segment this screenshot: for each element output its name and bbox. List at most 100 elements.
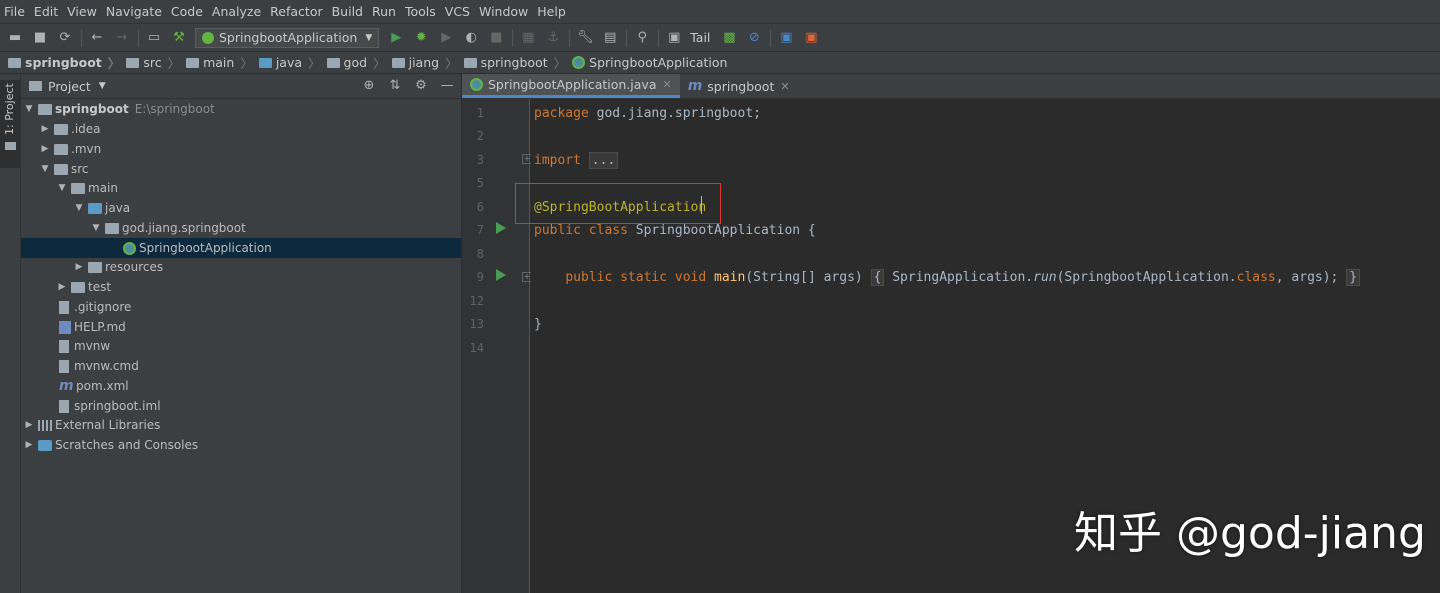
breadcrumb-item[interactable]: springboot 〉 xyxy=(463,53,566,72)
menu-navigate[interactable]: Navigate xyxy=(106,4,162,19)
collapse-arrow-icon[interactable]: ▶ xyxy=(39,144,51,154)
stop-icon[interactable]: ■ xyxy=(487,29,505,47)
menu-edit[interactable]: Edit xyxy=(34,4,58,19)
breadcrumb-item[interactable]: jiang 〉 xyxy=(391,53,458,72)
breadcrumb-item[interactable]: god 〉 xyxy=(326,53,386,72)
tail-button[interactable]: Tail xyxy=(690,30,710,45)
tree-item-springboot[interactable]: ▼ springboot E:\springboot xyxy=(21,99,461,119)
collapse-arrow-icon[interactable]: ▶ xyxy=(23,440,35,450)
folded-method-end[interactable]: } xyxy=(1346,269,1361,286)
profile-icon[interactable]: ◐ xyxy=(462,29,480,47)
menu-tools[interactable]: Tools xyxy=(405,4,436,19)
menu-file[interactable]: File xyxy=(4,4,25,19)
collapse-arrow-icon[interactable]: ▶ xyxy=(39,124,51,134)
menu-vcs[interactable]: VCS xyxy=(445,4,470,19)
menu-analyze[interactable]: Analyze xyxy=(212,4,261,19)
tree-item-idea[interactable]: ▶ .idea xyxy=(21,119,461,139)
hide-icon[interactable]: — xyxy=(439,78,455,93)
expand-arrow-icon[interactable]: ▼ xyxy=(90,223,102,233)
project-tool-tab[interactable]: 1: Project xyxy=(0,80,21,168)
forward-icon[interactable]: → xyxy=(113,29,131,47)
project-view-select[interactable]: Project xyxy=(48,79,91,94)
run-gutter-icon[interactable] xyxy=(496,222,506,234)
tree-item-mvn[interactable]: ▶ .mvn xyxy=(21,139,461,159)
open-folder-icon[interactable]: ▬ xyxy=(6,29,24,47)
save-icon[interactable]: ■ xyxy=(31,29,49,47)
tree-item-resources[interactable]: ▶ resources xyxy=(21,257,461,277)
tree-item-java[interactable]: ▼ java xyxy=(21,198,461,218)
run-gutter-icon[interactable] xyxy=(496,269,506,281)
line-number: 2 xyxy=(476,129,484,143)
markdown-file-icon xyxy=(59,320,71,334)
chevron-down-icon[interactable]: ▼ xyxy=(99,81,106,91)
tab-springbootapplication-java[interactable]: SpringbootApplication.java ✕ xyxy=(462,74,680,98)
search-icon[interactable]: ⚲ xyxy=(633,29,651,47)
locate-icon[interactable]: ⊕ xyxy=(361,78,377,93)
expand-arrow-icon[interactable]: ▼ xyxy=(23,104,35,114)
line-number: 8 xyxy=(476,247,484,261)
no-entry-icon[interactable]: ⊘ xyxy=(745,29,763,47)
run-config-select[interactable]: SpringbootApplication ▼ xyxy=(195,27,380,48)
vcs-icon[interactable]: ▣ xyxy=(665,29,683,47)
menu-help[interactable]: Help xyxy=(537,4,566,19)
package-icon xyxy=(326,57,340,68)
back-icon[interactable]: ← xyxy=(88,29,106,47)
menu-code[interactable]: Code xyxy=(171,4,203,19)
project-structure-folder-icon[interactable]: ▤ xyxy=(601,29,619,47)
folder-icon xyxy=(5,142,16,150)
breadcrumb-item[interactable]: springboot 〉 xyxy=(8,53,120,72)
coverage-run-icon[interactable]: ⚓ xyxy=(544,29,562,47)
run-icon[interactable]: ▶ xyxy=(387,29,405,47)
menu-view[interactable]: View xyxy=(67,4,97,19)
project-structure-icon[interactable]: ▦ xyxy=(519,29,537,47)
source-folder-icon xyxy=(88,202,102,214)
gear-icon[interactable]: ⚙ xyxy=(413,78,429,93)
project-tool-label: 1: Project xyxy=(3,83,16,135)
tree-item-src[interactable]: ▼ src xyxy=(21,159,461,179)
collapse-arrow-icon[interactable]: ▶ xyxy=(56,282,68,292)
spring-icon xyxy=(202,31,214,44)
menu-build[interactable]: Build xyxy=(332,4,363,19)
collapse-arrow-icon[interactable]: ▶ xyxy=(73,262,85,272)
menu-window[interactable]: Window xyxy=(479,4,528,19)
sync-icon[interactable]: ⟳ xyxy=(56,29,74,47)
expand-arrow-icon[interactable]: ▼ xyxy=(56,183,68,193)
translate-alt-icon[interactable]: ▣ xyxy=(802,29,820,47)
tree-item-springboot-iml[interactable]: springboot.iml xyxy=(21,396,461,416)
collapse-all-icon[interactable]: ⇅ xyxy=(387,78,403,93)
expand-arrow-icon[interactable]: ▼ xyxy=(39,164,51,174)
tab-springboot-pom[interactable]: m springboot ✕ xyxy=(680,74,798,98)
collapse-arrow-icon[interactable]: ▶ xyxy=(23,420,35,430)
translate-icon[interactable]: ▣ xyxy=(777,29,795,47)
expand-arrow-icon[interactable]: ▼ xyxy=(73,203,85,213)
breadcrumb-item[interactable]: java 〉 xyxy=(258,53,321,72)
breadcrumb-item[interactable]: main 〉 xyxy=(186,53,253,72)
close-icon[interactable]: ✕ xyxy=(780,80,789,93)
tree-item-test[interactable]: ▶ test xyxy=(21,277,461,297)
tree-item-main[interactable]: ▼ main xyxy=(21,178,461,198)
tree-item-help-md[interactable]: HELP.md xyxy=(21,317,461,337)
breadcrumb-item[interactable]: src 〉 xyxy=(126,53,180,72)
terminal-icon[interactable]: ▭ xyxy=(145,29,163,47)
menu-refactor[interactable]: Refactor xyxy=(270,4,322,19)
tree-item-pom-xml[interactable]: m pom.xml xyxy=(21,376,461,396)
close-icon[interactable]: ✕ xyxy=(662,78,671,91)
tree-item-external-libraries[interactable]: ▶ External Libraries xyxy=(21,415,461,435)
folded-method-body[interactable]: { xyxy=(870,269,885,286)
coverage-icon[interactable]: ▶ xyxy=(437,29,455,47)
settings-wrench-icon[interactable]: 🔧︎ xyxy=(576,29,594,47)
debug-icon[interactable]: ✹ xyxy=(412,29,430,47)
breadcrumb-item[interactable]: SpringbootApplication xyxy=(572,55,727,70)
tree-item-scratches[interactable]: ▶ Scratches and Consoles xyxy=(21,435,461,455)
folded-imports[interactable]: ... xyxy=(588,152,619,169)
statistic-icon[interactable]: ▩ xyxy=(720,29,738,47)
tree-item-springbootapplication[interactable]: SpringbootApplication xyxy=(21,238,461,258)
breadcrumb: springboot 〉 src 〉 main 〉 java 〉 god 〉 jiang 〉… xyxy=(0,52,1440,74)
tree-item-gitignore[interactable]: .gitignore xyxy=(21,297,461,317)
menu-run[interactable]: Run xyxy=(372,4,396,19)
tree-item-mvnw-cmd[interactable]: mvnw.cmd xyxy=(21,356,461,376)
annotation-highlight-box xyxy=(515,183,721,224)
build-hammer-icon[interactable]: ⚒ xyxy=(170,29,188,47)
tree-item-mvnw[interactable]: mvnw xyxy=(21,336,461,356)
tree-item-package[interactable]: ▼ god.jiang.springboot xyxy=(21,218,461,238)
